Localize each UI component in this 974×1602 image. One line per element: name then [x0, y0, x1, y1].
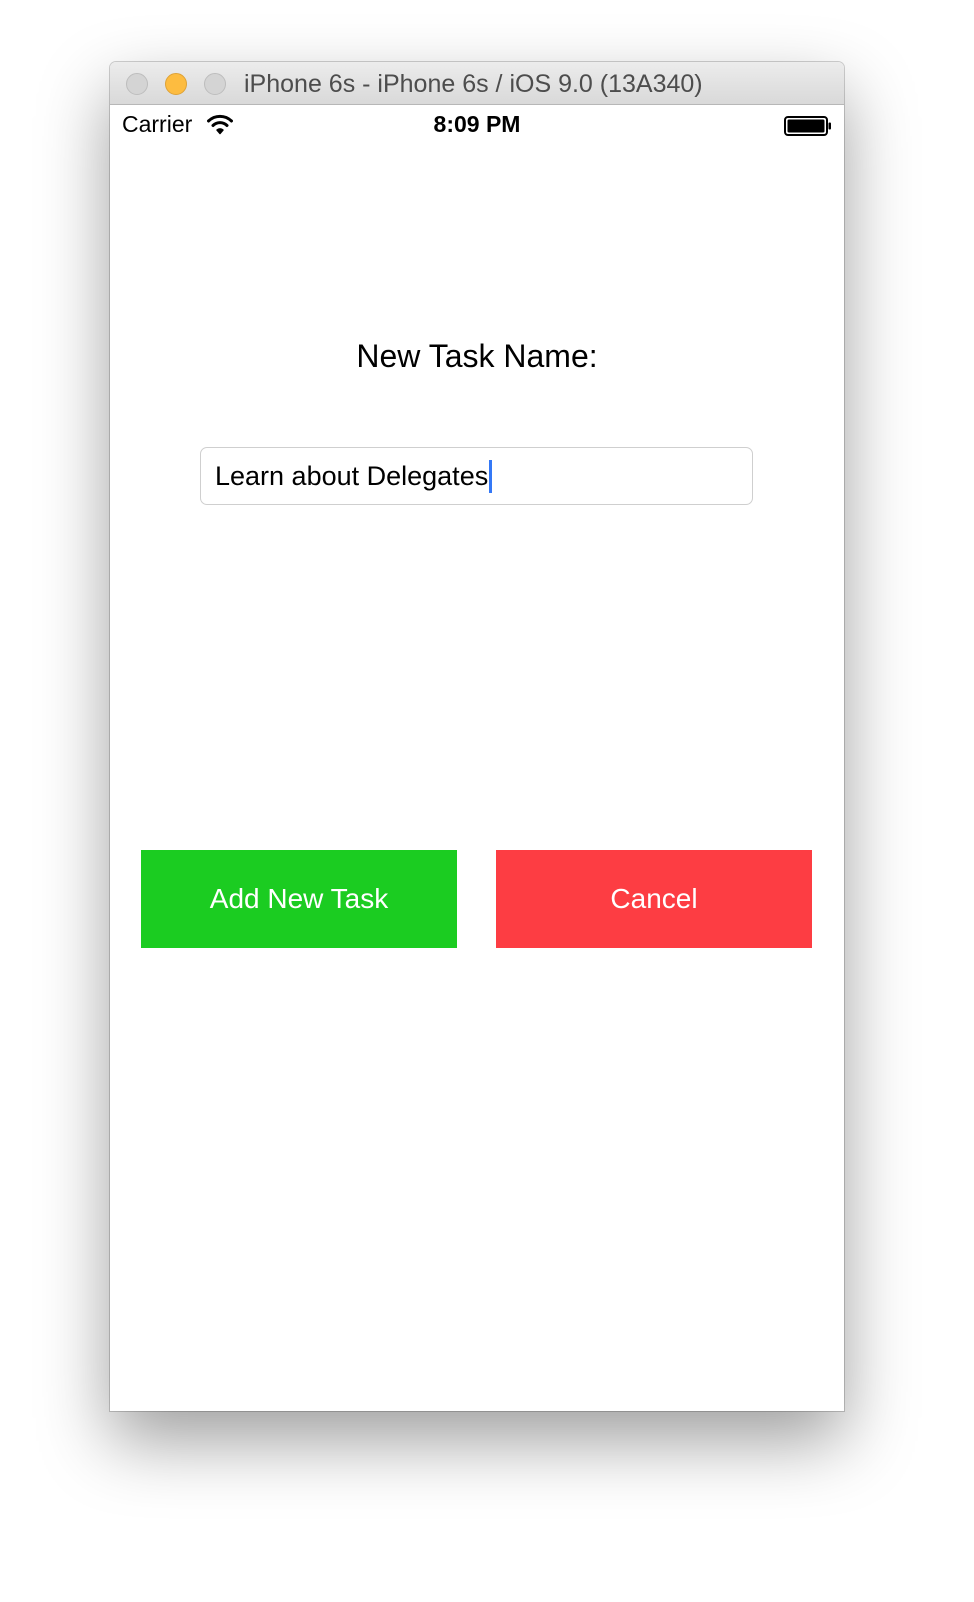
cancel-button[interactable]: Cancel — [496, 850, 812, 948]
zoom-window-button[interactable] — [204, 73, 226, 95]
close-window-button[interactable] — [126, 73, 148, 95]
add-new-task-button[interactable]: Add New Task — [141, 850, 457, 948]
window-title: iPhone 6s - iPhone 6s / iOS 9.0 (13A340) — [244, 70, 703, 98]
task-name-input[interactable]: Learn about Delegates — [200, 447, 753, 505]
text-cursor — [489, 459, 493, 493]
status-time: 8:09 PM — [433, 111, 521, 137]
simulator-window: iPhone 6s - iPhone 6s / iOS 9.0 (13A340)… — [110, 62, 844, 1411]
new-task-name-label: New Task Name: — [356, 338, 598, 374]
battery-icon — [784, 116, 831, 136]
ios-status-bar: Carrier 8:09 PM — [110, 105, 844, 147]
task-name-input-value: Learn about Delegates — [215, 460, 489, 491]
minimize-window-button[interactable] — [165, 73, 187, 95]
title-bar[interactable]: iPhone 6s - iPhone 6s / iOS 9.0 (13A340) — [110, 62, 844, 105]
